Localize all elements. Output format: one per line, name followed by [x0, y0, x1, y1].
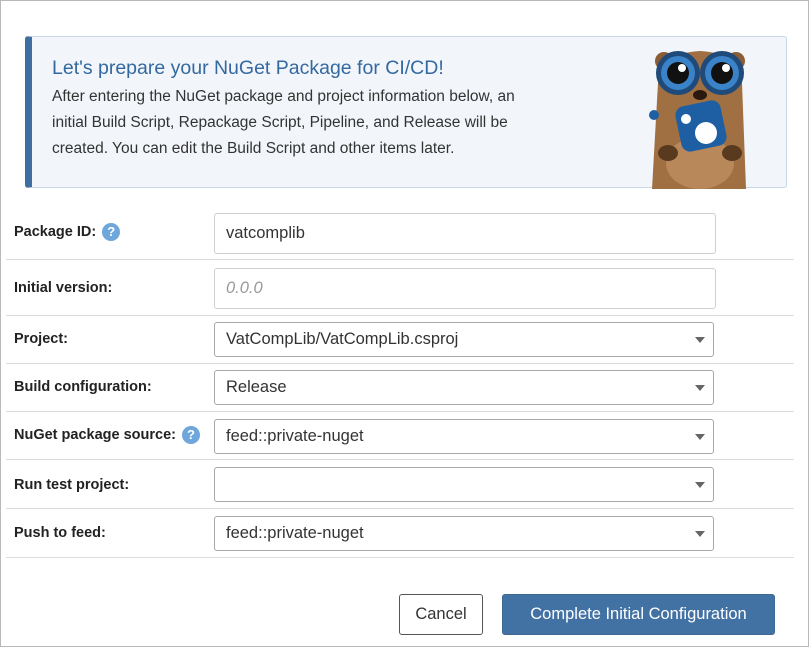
- package-id-label-text: Package ID:: [14, 224, 97, 240]
- build-configuration-select[interactable]: Release: [214, 370, 714, 405]
- initial-version-label: Initial version:: [14, 280, 113, 296]
- callout-description: After entering the NuGet package and pro…: [52, 84, 592, 162]
- project-label: Project:: [14, 331, 68, 347]
- callout-line: created. You can edit the Build Script a…: [52, 140, 455, 157]
- row-push-to-feed: Push to feed: feed::private-nuget: [6, 509, 794, 558]
- intro-callout: Let's prepare your NuGet Package for CI/…: [25, 36, 787, 189]
- run-test-project-label: Run test project:: [14, 477, 130, 493]
- row-initial-version: Initial version:: [6, 261, 794, 316]
- package-id-input[interactable]: [214, 213, 716, 254]
- project-select[interactable]: VatCompLib/VatCompLib.csproj: [214, 322, 714, 357]
- otter-mascot-icon: [649, 51, 746, 189]
- row-build-configuration: Build configuration: Release: [6, 364, 794, 412]
- question-circle-icon[interactable]: ?: [181, 426, 200, 444]
- complete-initial-configuration-button[interactable]: Complete Initial Configuration: [502, 594, 775, 635]
- callout-line: initial Build Script, Repackage Script, …: [52, 114, 508, 131]
- build-configuration-select-value: Release: [226, 378, 287, 396]
- row-project: Project: VatCompLib/VatCompLib.csproj: [6, 316, 794, 364]
- push-to-feed-select[interactable]: feed::private-nuget: [214, 516, 714, 551]
- dialog-frame: Let's prepare your NuGet Package for CI/…: [0, 0, 809, 647]
- row-run-test-project: Run test project:: [6, 460, 794, 509]
- chevron-down-icon: [695, 385, 705, 391]
- chevron-down-icon: [695, 434, 705, 440]
- question-circle-icon[interactable]: ?: [102, 223, 121, 241]
- cancel-button[interactable]: Cancel: [399, 594, 483, 635]
- package-id-label: Package ID: ?: [14, 223, 121, 241]
- row-nuget-source: NuGet package source: ? feed::private-nu…: [6, 412, 794, 460]
- chevron-down-icon: [695, 337, 705, 343]
- callout-title: Let's prepare your NuGet Package for CI/…: [52, 57, 444, 79]
- row-package-id: Package ID: ?: [6, 207, 794, 260]
- chevron-down-icon: [695, 531, 705, 537]
- push-to-feed-label: Push to feed:: [14, 525, 106, 541]
- project-select-value: VatCompLib/VatCompLib.csproj: [226, 330, 459, 348]
- run-test-project-select[interactable]: [214, 467, 714, 502]
- nuget-source-select[interactable]: feed::private-nuget: [214, 419, 714, 454]
- initial-version-input[interactable]: [214, 268, 716, 309]
- build-configuration-label: Build configuration:: [14, 379, 152, 395]
- nuget-source-select-value: feed::private-nuget: [226, 427, 364, 445]
- nuget-source-label: NuGet package source: ?: [14, 426, 200, 444]
- callout-line: After entering the NuGet package and pro…: [52, 88, 515, 105]
- nuget-source-label-text: NuGet package source:: [14, 427, 176, 443]
- push-to-feed-select-value: feed::private-nuget: [226, 524, 364, 542]
- chevron-down-icon: [695, 482, 705, 488]
